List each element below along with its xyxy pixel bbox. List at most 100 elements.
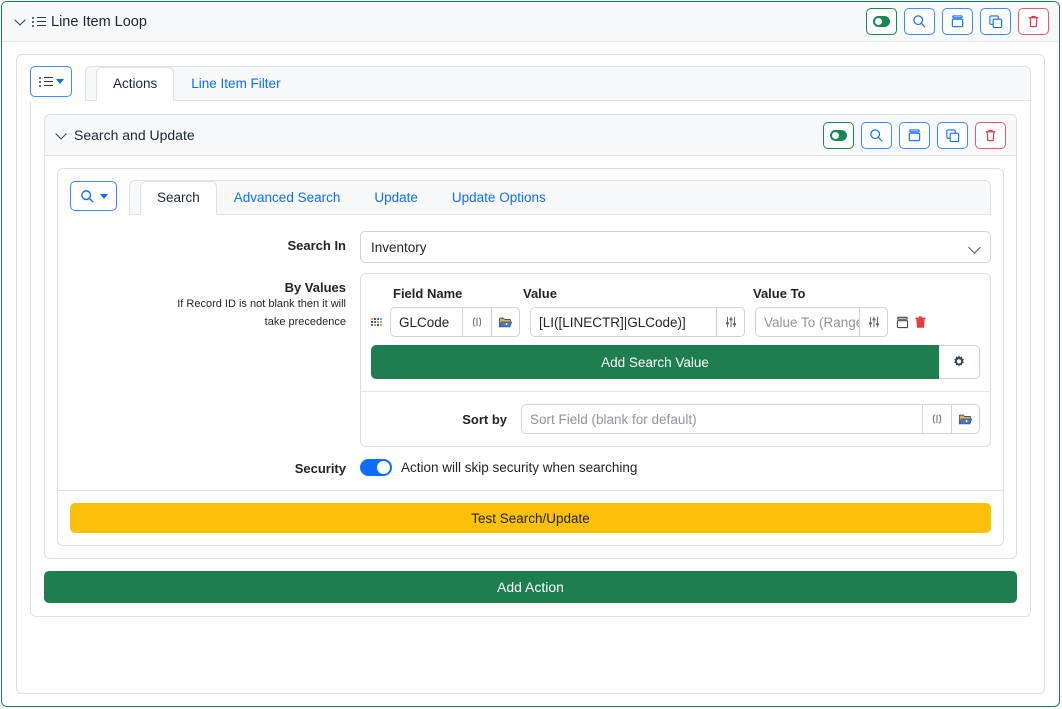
archive-button[interactable] xyxy=(899,121,930,149)
chevron-down-icon[interactable] xyxy=(16,15,27,26)
delete-button[interactable] xyxy=(975,121,1006,149)
folder-open-icon xyxy=(498,317,513,327)
search-value-row: GLCode [LI([LINECTR]|GLCode)] Value To (… xyxy=(371,307,980,337)
delete-button[interactable] xyxy=(1018,8,1049,35)
field-name-browse-button[interactable] xyxy=(491,307,520,337)
sort-by-variable-button[interactable] xyxy=(922,404,951,434)
tab-line-item-filter[interactable]: Line Item Filter xyxy=(174,67,297,101)
action-config-shell: Search Advanced Search Update Update Opt… xyxy=(57,168,1004,546)
trash-icon xyxy=(985,129,996,141)
add-search-value-wrap: Add Search Value xyxy=(371,345,980,379)
by-values-label-text: By Values xyxy=(284,280,346,295)
by-values-help-line-2: take precedence xyxy=(264,315,346,328)
value-group: [LI([LINECTR]|GLCode)] xyxy=(530,307,745,337)
sort-by-row: Sort by Sort Field (blank for default) xyxy=(361,391,990,446)
add-search-value-button[interactable]: Add Search Value xyxy=(371,345,939,379)
caret-down-icon xyxy=(55,79,64,84)
search-in-row: Search In Inventory xyxy=(70,231,991,263)
sliders-icon xyxy=(725,316,736,328)
tab-actions[interactable]: Actions xyxy=(96,67,175,101)
loop-body: Actions Line Item Filter Search and Upda… xyxy=(2,42,1059,706)
tab-update-label: Update xyxy=(374,189,418,205)
loop-toolbar xyxy=(866,8,1049,35)
archive-button[interactable] xyxy=(942,8,973,35)
search-and-update-body: Search Advanced Search Update Update Opt… xyxy=(45,156,1016,558)
section-toolbar xyxy=(823,121,1006,149)
archive-icon[interactable] xyxy=(895,315,910,330)
sort-by-group: Sort Field (blank for default) xyxy=(521,404,980,434)
sort-by-input[interactable]: Sort Field (blank for default) xyxy=(521,404,922,434)
tab-search[interactable]: Search xyxy=(140,181,217,215)
chevron-down-icon xyxy=(968,241,981,254)
actions-tab-panel: Search and Update Search Advanced Search… xyxy=(30,101,1031,617)
search-icon xyxy=(870,128,883,142)
test-search-update-button[interactable]: Test Search/Update xyxy=(70,503,991,533)
action-tab-row: Search Advanced Search Update Update Opt… xyxy=(70,180,991,215)
search-value-settings-button[interactable] xyxy=(939,345,980,379)
copy-button[interactable] xyxy=(937,121,968,149)
search-button[interactable] xyxy=(904,8,935,35)
sliders-icon xyxy=(868,316,879,328)
trash-icon[interactable] xyxy=(913,315,928,330)
list-icon xyxy=(38,76,53,88)
variable-icon xyxy=(932,414,942,424)
security-toggle[interactable] xyxy=(360,459,392,476)
search-button[interactable] xyxy=(861,121,892,149)
search-form: Search In Inventory By Values If Record … xyxy=(70,215,991,476)
main-tabs: Actions Line Item Filter xyxy=(85,66,1031,101)
tab-search-label: Search xyxy=(157,189,200,205)
search-and-update-header: Search and Update xyxy=(45,115,1016,156)
tab-update-options[interactable]: Update Options xyxy=(435,181,563,215)
search-in-select[interactable]: Inventory xyxy=(360,231,991,263)
value-to-filter-button[interactable] xyxy=(859,307,888,337)
search-and-update-card: Search and Update Search Advanced Search… xyxy=(44,114,1017,559)
line-item-loop-card: Line Item Loop Actions Line Item Filter … xyxy=(1,1,1060,707)
search-icon xyxy=(80,189,94,203)
add-action-button[interactable]: Add Action xyxy=(44,571,1017,603)
enable-toggle-button[interactable] xyxy=(866,8,897,35)
folder-open-icon xyxy=(958,414,973,424)
value-to-input[interactable]: Value To (Range) xyxy=(755,307,859,337)
copy-icon xyxy=(989,15,1003,29)
security-row: Security Action will skip security when … xyxy=(70,457,991,476)
page-title: Line Item Loop xyxy=(51,13,147,30)
search-values-header: Field Name Value Value To xyxy=(371,284,980,307)
search-in-label: Search In xyxy=(287,238,346,253)
main-tab-row: Actions Line Item Filter xyxy=(30,66,1031,101)
value-input[interactable]: [LI([LINECTR]|GLCode)] xyxy=(530,307,716,337)
actions-menu-button[interactable] xyxy=(30,66,72,97)
field-name-variable-button[interactable] xyxy=(462,307,491,337)
field-name-group: GLCode xyxy=(390,307,520,337)
column-value-to: Value To xyxy=(753,286,806,301)
by-values-label: By Values If Record ID is not blank then… xyxy=(70,273,360,331)
column-value: Value xyxy=(523,286,557,301)
enable-toggle-button[interactable] xyxy=(823,121,854,149)
caret-down-icon xyxy=(99,193,108,199)
variable-icon xyxy=(472,317,482,327)
chevron-down-icon[interactable] xyxy=(57,129,68,140)
value-to-group: Value To (Range) xyxy=(755,307,888,337)
tab-advanced-search[interactable]: Advanced Search xyxy=(217,181,358,215)
tab-advanced-search-label: Advanced Search xyxy=(233,189,341,205)
actions-shell: Actions Line Item Filter Search and Upda… xyxy=(16,54,1045,694)
search-in-value: Inventory xyxy=(371,239,427,255)
copy-icon xyxy=(946,128,960,142)
drag-grip-icon[interactable] xyxy=(371,318,385,326)
search-value-row-actions xyxy=(895,315,928,330)
toggle-on-icon xyxy=(873,16,890,27)
by-values-help-line-1: If Record ID is not blank then it will xyxy=(177,298,346,310)
action-tabs: Search Advanced Search Update Update Opt… xyxy=(129,180,991,215)
test-bar: Test Search/Update xyxy=(58,490,1003,545)
search-values-panel: Field Name Value Value To GLCode [LI([LI… xyxy=(360,273,991,447)
security-label: Security xyxy=(294,461,346,476)
sort-by-browse-button[interactable] xyxy=(951,404,980,434)
action-menu-button[interactable] xyxy=(70,181,117,211)
tab-actions-label: Actions xyxy=(113,75,158,91)
tab-line-item-filter-label: Line Item Filter xyxy=(191,75,281,91)
list-icon xyxy=(32,16,46,28)
field-name-input[interactable]: GLCode xyxy=(390,307,462,337)
tab-update[interactable]: Update xyxy=(357,181,435,215)
value-filter-button[interactable] xyxy=(716,307,745,337)
archive-icon xyxy=(951,15,964,28)
copy-button[interactable] xyxy=(980,8,1011,35)
